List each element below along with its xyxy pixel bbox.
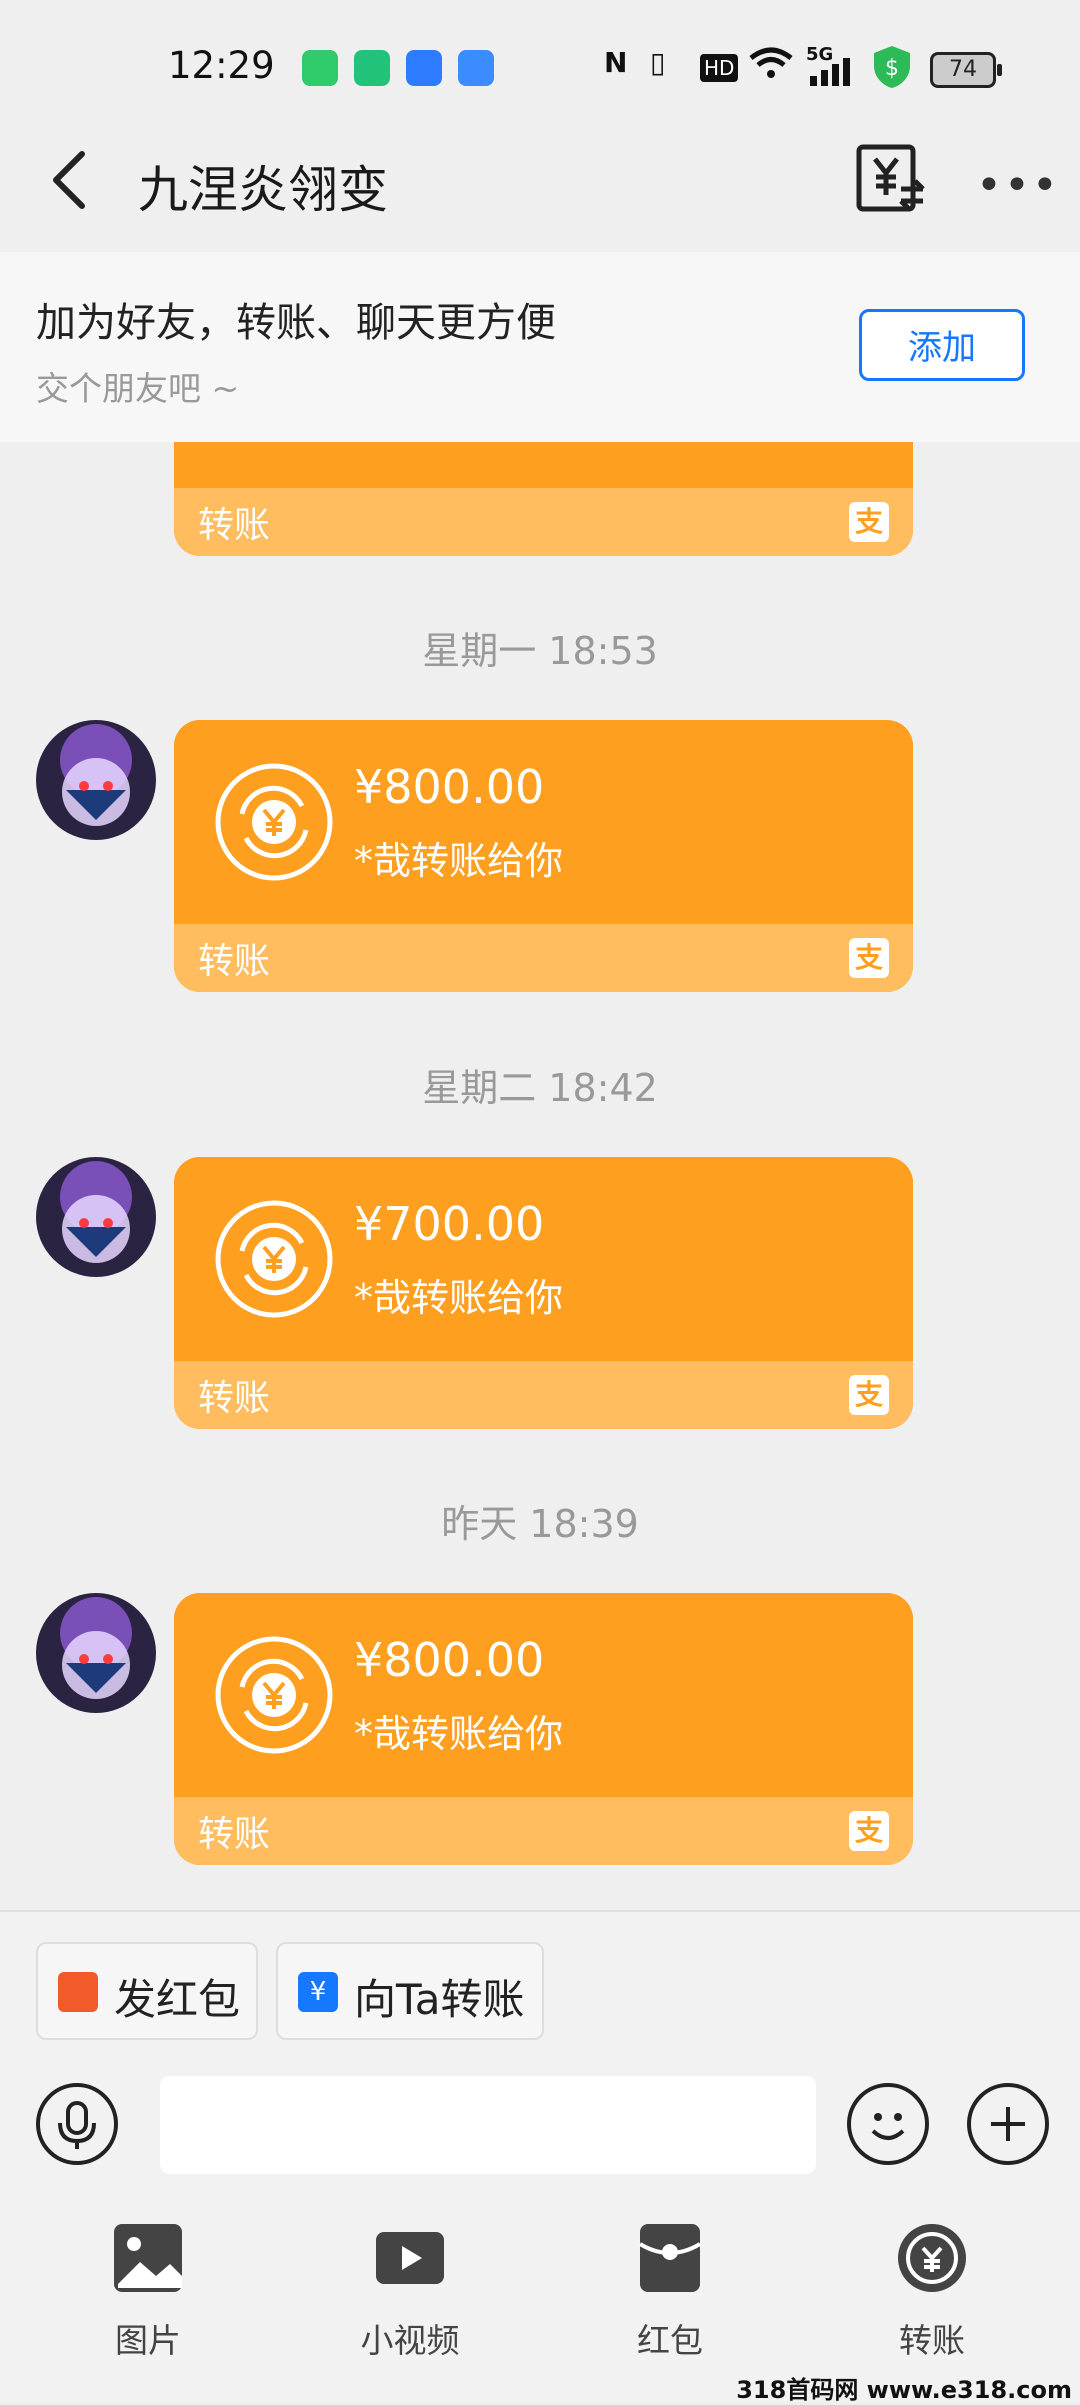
- weather-app-icon: [458, 50, 494, 86]
- message-timestamp: 昨天 18:39: [441, 1502, 639, 1546]
- toolbar-label: 转账: [899, 2321, 965, 2360]
- more-actions-button[interactable]: [967, 2083, 1049, 2165]
- avatar[interactable]: [36, 720, 156, 840]
- vibrate-icon: ▯: [650, 46, 666, 79]
- transfer-card[interactable]: ¥700.00 *哉转账给你 转账 支: [174, 1157, 913, 1429]
- video-icon: [376, 2232, 444, 2284]
- toolbar-label: 红包: [637, 2321, 703, 2360]
- card-label: 转账: [198, 1814, 271, 1855]
- message-input[interactable]: [160, 2076, 816, 2174]
- add-friend-button[interactable]: 添加: [859, 309, 1025, 381]
- chip-label: 向Ta转账: [354, 1975, 525, 2024]
- transfer-received-icon: [215, 763, 333, 881]
- chevron-left-icon: [53, 151, 85, 209]
- message-timestamp: 星期一 18:53: [422, 629, 658, 673]
- voice-input-button[interactable]: [36, 2083, 118, 2165]
- card-label: 转账: [198, 941, 271, 982]
- card-footer: [174, 1361, 913, 1429]
- chat-title: 九涅炎翎变: [138, 161, 388, 219]
- transfer-note: *哉转账给你: [354, 1712, 564, 1756]
- toolbar-video[interactable]: 小视频: [330, 2222, 490, 2372]
- image-icon: [114, 2224, 182, 2292]
- microphone-icon: [58, 2101, 96, 2149]
- alipay-icon: 支: [849, 1375, 889, 1415]
- transfer-amount: ¥800.00: [354, 1633, 545, 1687]
- transfer-note: *哉转账给你: [354, 839, 564, 883]
- alipay-icon: 支: [849, 1811, 889, 1851]
- red-envelope-icon: [58, 1972, 98, 2012]
- transfer-records-icon: [856, 144, 925, 212]
- alipay-icon: 支: [849, 938, 889, 978]
- chip-label: 发红包: [114, 1975, 241, 2024]
- transfer-card[interactable]: ¥800.00 *哉转账给你 转账 支: [174, 1593, 913, 1865]
- message-timestamp: 星期二 18:42: [422, 1066, 658, 1110]
- card-label: 转账: [198, 505, 271, 546]
- card-footer: [174, 924, 913, 992]
- status-bar: [0, 0, 1080, 120]
- banner-subtitle: 交个朋友吧 ~: [36, 369, 240, 408]
- more-button[interactable]: •••: [976, 160, 1060, 211]
- toolbar-label: 图片: [115, 2321, 181, 2360]
- transfer-icon: ¥: [298, 1972, 338, 2012]
- send-red-packet-button[interactable]: 发红包: [36, 1942, 258, 2040]
- transfer-amount: ¥700.00: [354, 1197, 545, 1251]
- transfer-amount: ¥800.00: [354, 760, 545, 814]
- location-app-icon: [406, 50, 442, 86]
- hd-icon: HD: [700, 54, 739, 82]
- card-footer: [174, 488, 913, 556]
- smiley-icon: [871, 2113, 905, 2140]
- signal-icon: [810, 58, 854, 90]
- avatar[interactable]: [36, 1593, 156, 1713]
- transfer-note: *哉转账给你: [354, 1276, 564, 1320]
- transfer-card[interactable]: ¥800.00 *哉转账给你 转账 支: [174, 720, 913, 992]
- battery-indicator: 74: [930, 52, 1002, 88]
- plus-icon: [991, 2107, 1025, 2141]
- transfer-received-icon: [215, 1636, 333, 1754]
- toolbar-image[interactable]: 图片: [68, 2222, 228, 2372]
- message-app-icon: [302, 50, 338, 86]
- transfer-icon: [898, 2224, 966, 2292]
- avatar-image: [36, 720, 156, 840]
- status-time: 12:29: [168, 44, 275, 87]
- card-label: 转账: [198, 1378, 271, 1419]
- avatar[interactable]: [36, 1157, 156, 1277]
- battery-saver-icon: [354, 50, 390, 86]
- transfer-to-them-button[interactable]: ¥ 向Ta转账: [276, 1942, 544, 2040]
- back-button[interactable]: [40, 140, 100, 220]
- banner-title: 加为好友，转账、聊天更方便: [36, 300, 556, 346]
- toolbar-label: 小视频: [360, 2321, 460, 2360]
- wifi-icon: [748, 46, 794, 87]
- nfc-icon: N: [604, 46, 628, 79]
- avatar-image: [36, 1593, 156, 1713]
- transfer-records-button[interactable]: [855, 143, 927, 215]
- transfer-received-icon: [215, 1200, 333, 1318]
- svg-text:$: $: [885, 56, 899, 81]
- red-envelope-icon: [638, 2224, 702, 2292]
- security-shield-icon: $: [870, 44, 914, 94]
- card-footer: [174, 1797, 913, 1865]
- avatar-image: [36, 1157, 156, 1277]
- alipay-icon: 支: [849, 502, 889, 542]
- toolbar-transfer[interactable]: 转账: [852, 2222, 1012, 2372]
- toolbar-red-packet[interactable]: 红包: [590, 2222, 750, 2372]
- emoji-button[interactable]: [847, 2083, 929, 2165]
